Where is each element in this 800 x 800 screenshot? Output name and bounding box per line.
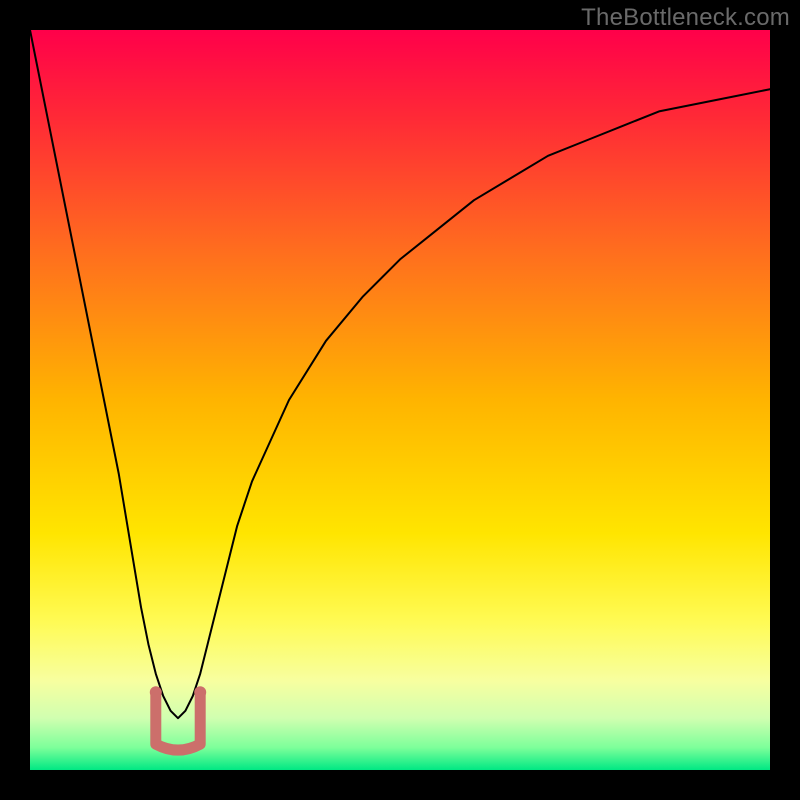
- chart-notch-marker-2: [194, 686, 206, 698]
- chart-svg: [30, 30, 770, 770]
- watermark-text: TheBottleneck.com: [581, 4, 790, 32]
- chart-notch-marker-1: [150, 686, 162, 698]
- chart-plot-area: [30, 30, 770, 770]
- chart-frame: TheBottleneck.com: [0, 0, 800, 800]
- chart-background: [30, 30, 770, 770]
